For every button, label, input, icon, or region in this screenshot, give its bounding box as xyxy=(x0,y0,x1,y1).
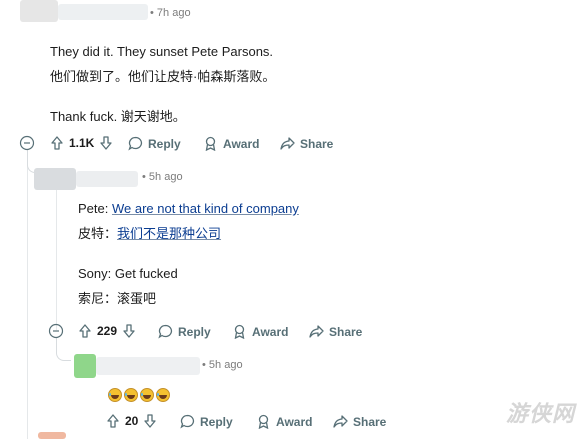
share-label: Share xyxy=(329,324,363,339)
vote-count: 1.1K xyxy=(69,136,95,150)
reply-icon xyxy=(180,414,195,429)
share-label: Share xyxy=(300,136,334,151)
username-redacted[interactable] xyxy=(96,357,200,375)
reply-button[interactable]: Reply xyxy=(180,414,233,429)
upvote-icon[interactable] xyxy=(78,324,92,338)
award-label: Award xyxy=(276,414,313,429)
reply-label: Reply xyxy=(148,136,181,151)
comment-timestamp: • 5h ago xyxy=(202,359,243,371)
award-icon xyxy=(203,136,218,151)
text-prefix: Pete: xyxy=(78,201,112,216)
comment-timestamp: • 5h ago xyxy=(142,171,183,183)
vote-bar: 1.1K xyxy=(50,136,113,150)
watermark-logo: 游侠网 xyxy=(506,402,576,427)
username-redacted[interactable] xyxy=(58,4,148,20)
vote-count: 20 xyxy=(125,414,139,428)
thread-line xyxy=(56,190,57,330)
share-label: Share xyxy=(353,414,387,429)
comment-text: Thank fuck. 谢天谢地。 xyxy=(50,109,186,124)
share-button[interactable]: Share xyxy=(309,324,362,339)
award-icon xyxy=(256,414,271,429)
upvote-icon[interactable] xyxy=(50,136,64,150)
avatar[interactable] xyxy=(34,168,76,190)
next-comment-avatar[interactable] xyxy=(38,432,66,439)
timestamp-text: 7h ago xyxy=(156,7,191,19)
share-button[interactable]: Share xyxy=(280,136,333,151)
thread-line xyxy=(27,150,28,439)
reply-icon xyxy=(128,136,143,151)
vote-bar: 229 xyxy=(78,324,136,338)
share-icon xyxy=(309,324,324,339)
reply-button[interactable]: Reply xyxy=(128,136,181,151)
laughing-emoji-icon xyxy=(140,388,154,402)
award-button[interactable]: Award xyxy=(256,414,312,429)
laughing-emoji-icon xyxy=(124,388,138,402)
username-redacted[interactable] xyxy=(76,171,138,187)
comment-text: 他们做到了。他们让皮特·帕森斯落败。 xyxy=(50,69,276,84)
comment-text: Pete: We are not that kind of company xyxy=(78,200,299,217)
collapse-button[interactable] xyxy=(19,135,35,151)
award-button[interactable]: Award xyxy=(232,324,288,339)
comment-text: 索尼：滚蛋吧 xyxy=(78,291,157,306)
reply-label: Reply xyxy=(178,324,211,339)
timestamp-text: 5h ago xyxy=(208,359,243,371)
quote-link[interactable]: 我们不是那种公司 xyxy=(117,226,221,241)
downvote-icon[interactable] xyxy=(143,414,157,428)
vote-bar: 20 xyxy=(106,414,157,428)
downvote-icon[interactable] xyxy=(99,136,113,150)
share-icon xyxy=(280,136,295,151)
comment-text: Sony: Get fucked xyxy=(78,266,178,281)
quote-link[interactable]: We are not that kind of company xyxy=(112,201,299,216)
avatar[interactable] xyxy=(20,0,58,22)
award-button[interactable]: Award xyxy=(203,136,259,151)
reply-icon xyxy=(158,324,173,339)
downvote-icon[interactable] xyxy=(122,324,136,338)
award-label: Award xyxy=(223,136,260,151)
reply-button[interactable]: Reply xyxy=(158,324,211,339)
text-prefix: 皮特： xyxy=(78,226,118,241)
timestamp-text: 5h ago xyxy=(148,171,183,183)
collapse-icon xyxy=(19,135,35,151)
collapse-button[interactable] xyxy=(48,323,64,339)
thread-elbow xyxy=(56,338,71,361)
collapse-icon xyxy=(48,323,64,339)
laughing-emoji-icon xyxy=(156,388,170,402)
vote-count: 229 xyxy=(97,324,118,338)
share-icon xyxy=(333,414,348,429)
reply-label: Reply xyxy=(200,414,233,429)
award-label: Award xyxy=(252,324,289,339)
comment-text: 皮特：我们不是那种公司 xyxy=(78,225,221,242)
comment-text: They did it. They sunset Pete Parsons. xyxy=(50,44,274,59)
award-icon xyxy=(232,324,247,339)
share-button[interactable]: Share xyxy=(333,414,386,429)
upvote-icon[interactable] xyxy=(106,414,120,428)
comment-timestamp: • 7h ago xyxy=(150,7,191,19)
avatar[interactable] xyxy=(74,354,96,378)
emoji-row xyxy=(108,388,172,402)
laughing-emoji-icon xyxy=(108,388,122,402)
